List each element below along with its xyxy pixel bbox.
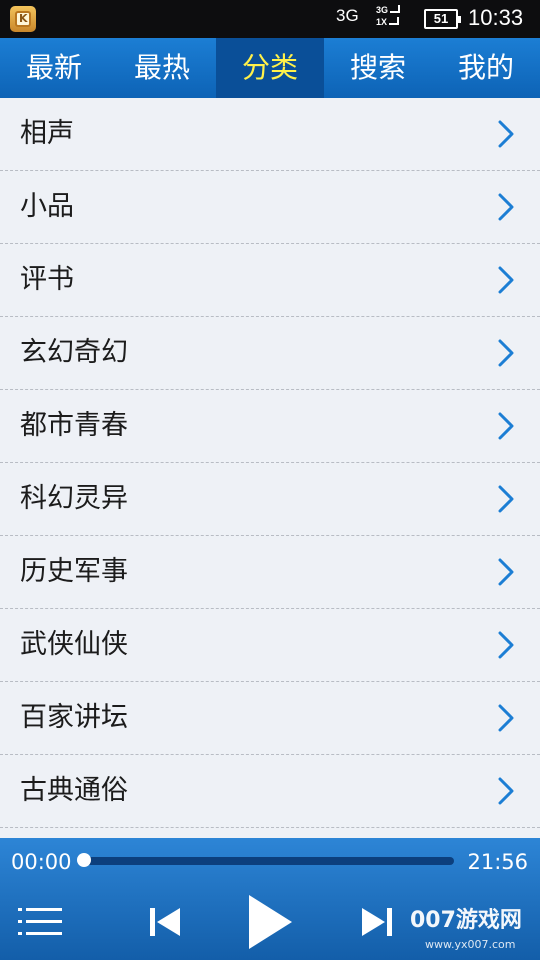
category-item[interactable]: 小品: [0, 171, 540, 244]
category-label: 历史军事: [20, 556, 128, 587]
chevron-right-icon: [498, 339, 514, 367]
chevron-right-icon: [498, 485, 514, 513]
network-3g-indicator: 3G: [336, 6, 359, 25]
category-item[interactable]: 相声: [0, 98, 540, 171]
category-item[interactable]: 武侠仙侠: [0, 609, 540, 682]
category-label: 古典通俗: [20, 775, 128, 806]
category-label: 评书: [20, 264, 74, 295]
tab-search[interactable]: 搜索: [324, 38, 432, 98]
tab-mine[interactable]: 我的: [432, 38, 540, 98]
chevron-right-icon: [498, 704, 514, 732]
chevron-right-icon: [498, 412, 514, 440]
tab-hottest[interactable]: 最热: [108, 38, 216, 98]
clock: 10:33: [468, 5, 524, 30]
category-item[interactable]: 历史军事: [0, 536, 540, 609]
tab-bar: 最新 最热 分类 搜索 我的: [0, 38, 540, 98]
play-icon[interactable]: [246, 893, 294, 951]
chevron-right-icon: [498, 193, 514, 221]
category-item[interactable]: 百家讲坛: [0, 682, 540, 755]
category-label: 科幻灵异: [20, 483, 128, 514]
battery-indicator: 51: [424, 9, 461, 29]
tab-latest[interactable]: 最新: [0, 38, 108, 98]
player-bar: 00:00 21:56 007游戏网 www.yx007.com: [0, 838, 540, 960]
skip-previous-icon[interactable]: [148, 905, 182, 939]
skip-next-icon[interactable]: [360, 905, 394, 939]
chevron-right-icon: [498, 558, 514, 586]
app-k-icon: K: [10, 6, 36, 32]
category-list: 相声小品评书玄幻奇幻都市青春科幻灵异历史军事武侠仙侠百家讲坛古典通俗: [0, 98, 540, 828]
category-label: 都市青春: [20, 410, 128, 441]
chevron-right-icon: [498, 777, 514, 805]
category-item[interactable]: 古典通俗: [0, 755, 540, 828]
progress-bar[interactable]: [84, 857, 454, 865]
chevron-right-icon: [498, 120, 514, 148]
watermark: 007游戏网: [410, 908, 522, 933]
status-bar: K 3G 3G 1X 51 10:33: [0, 0, 540, 38]
category-label: 相声: [20, 118, 74, 149]
progress-knob[interactable]: [77, 853, 91, 867]
total-time: 21:56: [467, 850, 528, 874]
playlist-icon[interactable]: [18, 906, 62, 938]
category-item[interactable]: 都市青春: [0, 390, 540, 463]
current-time: 00:00: [11, 850, 72, 874]
category-item[interactable]: 科幻灵异: [0, 463, 540, 536]
category-label: 小品: [20, 191, 74, 222]
category-item[interactable]: 评书: [0, 244, 540, 317]
category-label: 百家讲坛: [20, 702, 128, 733]
category-label: 武侠仙侠: [20, 629, 128, 660]
tab-categories[interactable]: 分类: [216, 38, 324, 98]
watermark-url: www.yx007.com: [425, 938, 516, 951]
chevron-right-icon: [498, 266, 514, 294]
network-3g-1x-indicator: 3G 1X: [376, 4, 410, 34]
category-label: 玄幻奇幻: [20, 337, 128, 368]
category-item[interactable]: 玄幻奇幻: [0, 317, 540, 390]
chevron-right-icon: [498, 631, 514, 659]
